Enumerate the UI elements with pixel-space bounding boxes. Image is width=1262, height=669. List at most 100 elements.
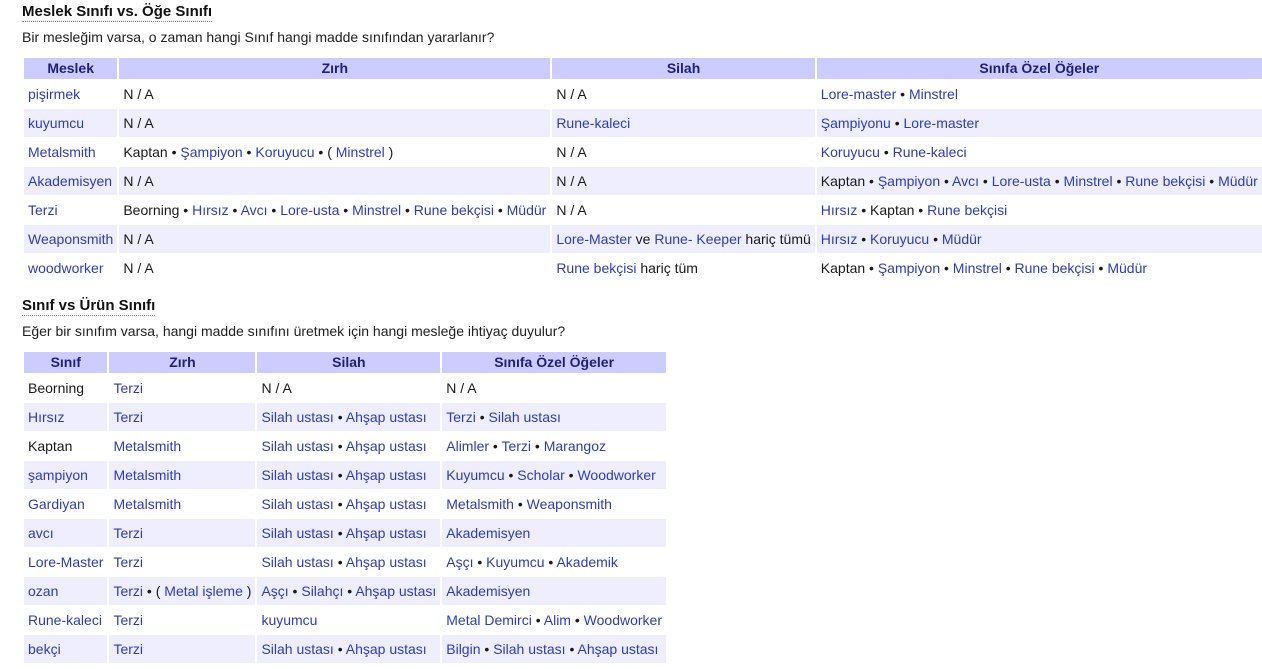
wiki-link[interactable]: Weaponsmith	[28, 231, 113, 247]
wiki-link[interactable]: Gardiyan	[28, 496, 85, 512]
wiki-link[interactable]: Ahşap ustası	[346, 554, 427, 570]
wiki-link[interactable]: Lore-Master	[556, 231, 631, 247]
wiki-link[interactable]: Şampiyon	[878, 260, 940, 276]
wiki-link[interactable]: ozan	[28, 583, 58, 599]
wiki-link[interactable]: Müdür	[1218, 173, 1258, 189]
wiki-link[interactable]: Müdür	[942, 231, 982, 247]
wiki-link[interactable]: Akademisyen	[446, 583, 530, 599]
wiki-link[interactable]: Hırsız	[821, 231, 858, 247]
wiki-link[interactable]: Metalsmith	[28, 144, 96, 160]
wiki-link[interactable]: Terzi	[113, 380, 143, 396]
wiki-link[interactable]: Rune-kaleci	[556, 115, 630, 131]
wiki-link[interactable]: Lore-Master	[28, 554, 103, 570]
wiki-link[interactable]: Hırsız	[192, 202, 229, 218]
wiki-link[interactable]: Akademisyen	[28, 173, 112, 189]
wiki-link[interactable]: Ahşap ustası	[346, 496, 427, 512]
wiki-link[interactable]: Hırsız	[821, 202, 858, 218]
wiki-link[interactable]: Bilgin	[446, 641, 480, 657]
wiki-link[interactable]: Silah ustası	[261, 641, 333, 657]
wiki-link[interactable]: Şampiyon	[180, 144, 242, 160]
wiki-link[interactable]: Minstrel	[336, 144, 385, 160]
wiki-link[interactable]: Rune bekçisi	[1125, 173, 1205, 189]
wiki-link[interactable]: Rune bekçisi	[556, 260, 636, 276]
wiki-link[interactable]: Metal işleme	[164, 583, 243, 599]
wiki-link[interactable]: Hırsız	[28, 409, 65, 425]
wiki-link[interactable]: Silah ustası	[261, 438, 333, 454]
wiki-link[interactable]: bekçi	[28, 641, 61, 657]
wiki-link[interactable]: Silah ustası	[261, 554, 333, 570]
wiki-link[interactable]: Koruyucu	[255, 144, 314, 160]
wiki-link[interactable]: Silah ustası	[493, 641, 565, 657]
wiki-link[interactable]: Alimler	[446, 438, 489, 454]
wiki-link[interactable]: Avcı	[241, 202, 268, 218]
wiki-link[interactable]: Terzi	[113, 554, 143, 570]
wiki-link[interactable]: Minstrel	[352, 202, 401, 218]
wiki-link[interactable]: Terzi	[446, 409, 476, 425]
wiki-link[interactable]: Rune- Keeper	[654, 231, 741, 247]
wiki-link[interactable]: Rune bekçisi	[414, 202, 494, 218]
wiki-link[interactable]: Metalsmith	[113, 438, 181, 454]
wiki-link[interactable]: Silah ustası	[261, 409, 333, 425]
wiki-link[interactable]: kuyumcu	[28, 115, 84, 131]
wiki-link[interactable]: Kuyumcu	[446, 467, 504, 483]
wiki-link[interactable]: Müdür	[507, 202, 547, 218]
wiki-link[interactable]: Koruyucu	[870, 231, 929, 247]
wiki-link[interactable]: Müdür	[1107, 260, 1147, 276]
wiki-link[interactable]: Akademik	[556, 554, 617, 570]
wiki-link[interactable]: Terzi	[113, 583, 143, 599]
wiki-link[interactable]: Lore-usta	[280, 202, 339, 218]
wiki-link[interactable]: Silah ustası	[489, 409, 561, 425]
wiki-link[interactable]: Minstrel	[909, 86, 958, 102]
wiki-link[interactable]: Metalsmith	[113, 496, 181, 512]
wiki-link[interactable]: Rune-kaleci	[28, 612, 102, 628]
wiki-link[interactable]: Koruyucu	[821, 144, 880, 160]
wiki-link[interactable]: Aşçı	[261, 583, 288, 599]
wiki-link[interactable]: Silahçı	[301, 583, 343, 599]
wiki-link[interactable]: Lore-master	[904, 115, 979, 131]
wiki-link[interactable]: Terzi	[28, 202, 58, 218]
wiki-link[interactable]: Metal Demirci	[446, 612, 532, 628]
wiki-link[interactable]: Şampiyonu	[821, 115, 891, 131]
wiki-link[interactable]: Kuyumcu	[486, 554, 544, 570]
wiki-link[interactable]: Lore-master	[821, 86, 896, 102]
wiki-link[interactable]: Aşçı	[446, 554, 473, 570]
wiki-link[interactable]: Marangoz	[544, 438, 606, 454]
wiki-link[interactable]: Terzi	[113, 641, 143, 657]
wiki-link[interactable]: Rune-kaleci	[893, 144, 967, 160]
wiki-link[interactable]: Lore-usta	[992, 173, 1051, 189]
wiki-link[interactable]: Woodworker	[577, 467, 655, 483]
wiki-link[interactable]: Ahşap ustası	[346, 641, 427, 657]
wiki-link[interactable]: Alim	[544, 612, 571, 628]
wiki-link[interactable]: Silah ustası	[261, 467, 333, 483]
wiki-link[interactable]: woodworker	[28, 260, 103, 276]
wiki-link[interactable]: Metalsmith	[446, 496, 514, 512]
wiki-link[interactable]: Weaponsmith	[527, 496, 612, 512]
wiki-link[interactable]: Woodworker	[584, 612, 662, 628]
wiki-link[interactable]: Akademisyen	[446, 525, 530, 541]
wiki-link[interactable]: pişirmek	[28, 86, 80, 102]
wiki-link[interactable]: Silah ustası	[261, 525, 333, 541]
wiki-link[interactable]: Terzi	[113, 525, 143, 541]
wiki-link[interactable]: Scholar	[517, 467, 564, 483]
wiki-link[interactable]: Metalsmith	[113, 467, 181, 483]
wiki-link[interactable]: Terzi	[501, 438, 531, 454]
wiki-link[interactable]: Şampiyon	[878, 173, 940, 189]
wiki-link[interactable]: Avcı	[952, 173, 979, 189]
wiki-link[interactable]: Terzi	[113, 409, 143, 425]
wiki-link[interactable]: Ahşap ustası	[577, 641, 658, 657]
wiki-link[interactable]: Silah ustası	[261, 496, 333, 512]
wiki-link[interactable]: kuyumcu	[261, 612, 317, 628]
wiki-link[interactable]: avcı	[28, 525, 54, 541]
wiki-link[interactable]: Minstrel	[1064, 173, 1113, 189]
wiki-link[interactable]: Ahşap ustası	[346, 467, 427, 483]
wiki-link[interactable]: Ahşap ustası	[346, 525, 427, 541]
wiki-link[interactable]: Rune bekçisi	[927, 202, 1007, 218]
wiki-link[interactable]: Minstrel	[953, 260, 1002, 276]
wiki-link[interactable]: Ahşap ustası	[355, 583, 436, 599]
wiki-link[interactable]: Ahşap ustası	[346, 409, 427, 425]
wiki-link[interactable]: Terzi	[113, 612, 143, 628]
table-cell: Terzi • Silah ustası	[442, 403, 666, 431]
wiki-link[interactable]: şampiyon	[28, 467, 88, 483]
wiki-link[interactable]: Ahşap ustası	[346, 438, 427, 454]
wiki-link[interactable]: Rune bekçisi	[1015, 260, 1095, 276]
